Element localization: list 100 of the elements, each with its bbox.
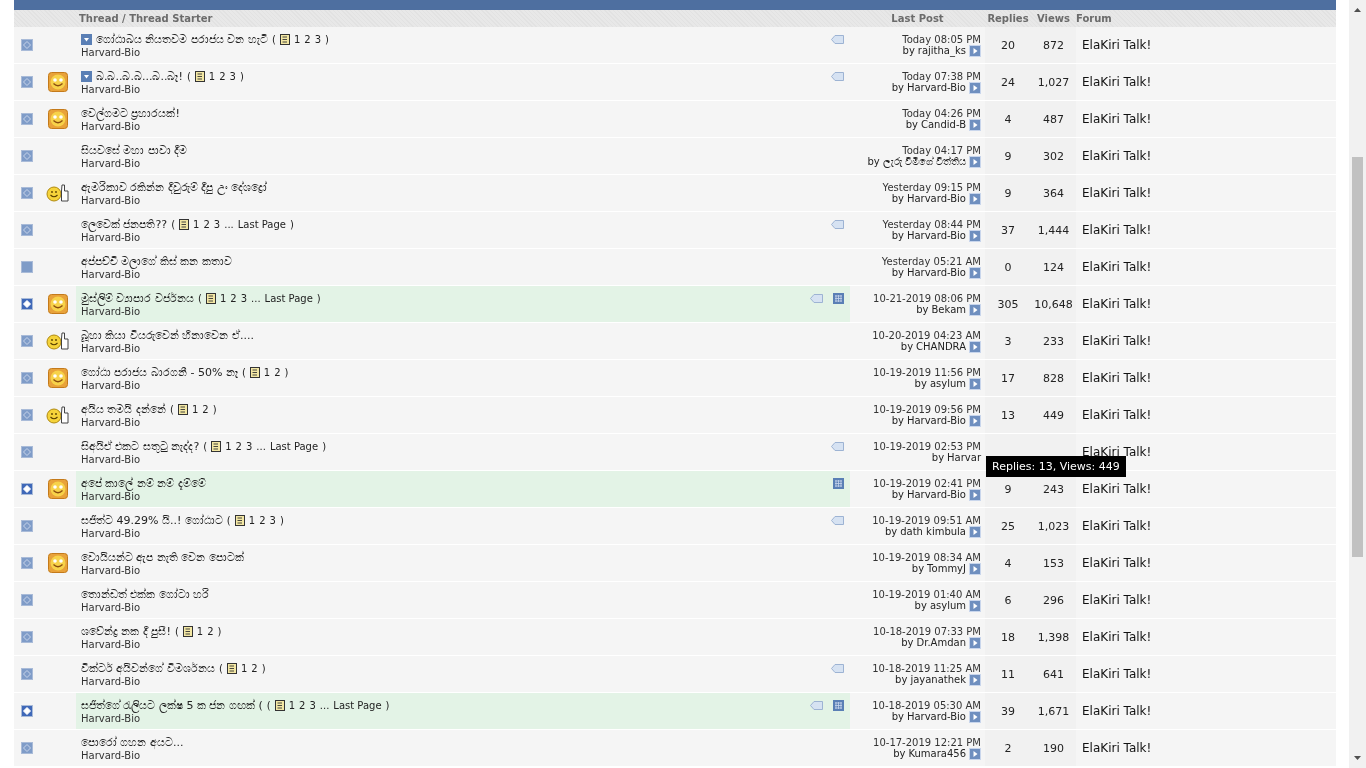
column-header[interactable]: Last Post [891,13,944,24]
go-to-post-icon[interactable] [969,747,981,760]
go-to-post-icon[interactable] [969,710,981,723]
thread-title-link[interactable]: සිඅයිඒ එකට සතුටු නැද්ද? [81,439,200,453]
go-to-post-icon[interactable] [969,81,981,94]
thread-title-link[interactable]: ඇමරිකාව රකින්න දිවුරුම් දීපු උං දේශද්‍රෝ [81,180,268,194]
dropdown-icon[interactable] [81,33,92,45]
page-link[interactable]: 2 [235,440,242,452]
last-poster-link[interactable]: Harvard-Bio [906,82,966,93]
forum-link[interactable]: ElaKiri Talk! [1082,112,1152,126]
page-link[interactable]: 3 [213,218,221,230]
thread-starter-link[interactable]: Harvard-Bio [81,305,141,317]
thread-starter-link[interactable]: Harvard-Bio [81,46,141,58]
forum-link[interactable]: ElaKiri Talk! [1082,593,1152,607]
thread-title-link[interactable]: සජිත්ට 49.29% යි..! ගෝඨාට [81,513,223,527]
go-to-post-icon[interactable] [969,599,981,612]
thread-starter-link[interactable]: Harvard-Bio [81,675,141,687]
thread-row[interactable]: ගෝඨාබය නියතවම පරාජය වන හැටි ( 1 2 3 ) Harvard-Bio Today 08:05 PM by rajitha_ks 20 872 ElaKiri Talk! [14,27,1336,64]
last-poster-link[interactable]: asylum [929,378,966,389]
thread-title-link[interactable]: මුස්ලිම් ව්‍යාපාර වර්ජනය [81,291,194,305]
page-link[interactable]: 3 [269,514,276,526]
column-header[interactable]: Replies [987,13,1029,24]
forum-link[interactable]: ElaKiri Talk! [1082,630,1152,644]
page-link[interactable]: 3 [240,292,248,304]
thread-row[interactable]: වොයියන්ට ඇප නැති වෙන පොටක් Harvard-Bio 10-19-2019 08:34 AM by TommyJ 4 153 ElaKiri Talk! [14,545,1336,582]
go-to-post-icon[interactable] [969,118,981,131]
forum-link[interactable]: ElaKiri Talk! [1082,75,1152,89]
last-poster-link[interactable]: Harvard-Bio [906,711,966,722]
page-link[interactable]: 2 [219,70,226,82]
forum-link[interactable]: ElaKiri Talk! [1082,260,1152,274]
column-header[interactable]: Thread / Thread Starter [79,13,213,24]
go-to-post-icon[interactable] [969,673,981,686]
thread-starter-link[interactable]: Harvard-Bio [81,194,141,206]
last-page-link[interactable]: Last Page [269,440,319,452]
thread-title-link[interactable]: තොන්ඩත් එක්ක ගෝටා හරි [81,587,210,601]
forum-link[interactable]: ElaKiri Talk! [1082,38,1152,52]
forum-link[interactable]: ElaKiri Talk! [1082,519,1152,533]
page-link[interactable]: 3 [309,699,316,711]
page-link[interactable]: 2 [207,625,214,637]
page-link[interactable]: 2 [274,366,281,378]
thread-row[interactable]: සියවසේ මහා පාවා දීම Harvard-Bio Today 04:17 PM by ලැරු විමිගේ විත්තිය 9 302 ElaKiri Talk! [14,138,1336,175]
thread-title-link[interactable]: බ.බ..බ.බ...බ..බෑ! [96,69,183,83]
go-to-post-icon[interactable] [969,525,981,538]
thread-title-link[interactable]: වෙල්ගමට ප්‍රහාරයක්! [81,106,180,120]
thread-row[interactable]: ලෙවෙක් ජනපති?? ( 1 2 3 ... Last Page ) Harvard-Bio Yesterday 08:44 PM by Harvard-Bio 37 1,444 ElaKiri Talk! [14,212,1336,249]
forum-link[interactable]: ElaKiri Talk! [1082,445,1152,459]
last-poster-link[interactable]: Harvar [947,452,981,463]
thread-starter-link[interactable]: Harvard-Bio [81,83,141,95]
page-link[interactable]: 2 [299,699,306,711]
page-link[interactable]: 1 [288,699,296,711]
thread-row[interactable]: තොන්ඩත් එක්ක ගෝටා හරි Harvard-Bio 10-19-2019 01:40 AM by asylum 6 296 ElaKiri Talk! [14,582,1336,619]
go-to-post-icon[interactable] [969,192,981,205]
thread-row[interactable]: අපේ කාලේ නම් නම් දැම්මේ Harvard-Bio 10-19-2019 02:41 PM by Harvard-Bio 9 243 ElaKiri Talk! [14,471,1336,508]
thread-starter-link[interactable]: Harvard-Bio [81,157,141,169]
thread-starter-link[interactable]: Harvard-Bio [81,527,141,539]
go-to-post-icon[interactable] [969,488,981,501]
go-to-post-icon[interactable] [969,44,981,57]
thread-starter-link[interactable]: Harvard-Bio [81,268,141,280]
page-link[interactable]: 1 [196,625,204,637]
page-link[interactable]: 2 [230,292,237,304]
forum-link[interactable]: ElaKiri Talk! [1082,704,1152,718]
thread-starter-link[interactable]: Harvard-Bio [81,120,141,132]
thread-title-link[interactable]: පොරෝ ගහන අයට... [81,735,184,749]
thread-row[interactable]: වික්ටර් අයිවන්ගේ විමර්ශනය ( 1 2 ) Harvard-Bio 10-18-2019 11:25 AM by jayanathek 11 641 ElaKiri Talk! [14,656,1336,693]
last-poster-link[interactable]: rajitha_ks [917,45,966,56]
page-link[interactable]: 2 [259,514,266,526]
thread-starter-link[interactable]: Harvard-Bio [81,712,141,724]
thread-row[interactable]: මුස්ලිම් ව්‍යාපාර වර්ජනය ( 1 2 3 ... Last Page ) Harvard-Bio 10-21-2019 08:06 PM by Bekam 305 10,648 ElaKiri Talk! [14,286,1336,323]
last-poster-link[interactable]: Harvard-Bio [906,415,966,426]
forum-link[interactable]: ElaKiri Talk! [1082,667,1152,681]
thread-title-link[interactable]: අපේ කාලේ නම් නම් දැම්මේ [81,476,206,490]
thread-starter-link[interactable]: Harvard-Bio [81,749,141,761]
last-poster-link[interactable]: jayanathek [910,674,966,685]
last-poster-link[interactable]: ලැරු විමිගේ විත්තිය [882,155,966,168]
thread-starter-link[interactable]: Harvard-Bio [81,638,141,650]
thread-row[interactable]: බූහා කියා වියරුවෙන් හිනාවෙන ඒ.... Harvard-Bio 10-20-2019 04:23 AM by CHANDRA 3 233 ElaKiri Talk! [14,323,1336,360]
thread-row[interactable]: ඇමරිකාව රකින්න දිවුරුම් දීපු උං දේශද්‍රෝ Harvard-Bio Yesterday 09:15 PM by Harvard-Bio 9 364 ElaKiri Talk! [14,175,1336,212]
forum-link[interactable]: ElaKiri Talk! [1082,556,1152,570]
last-page-link[interactable]: Last Page [333,699,382,711]
page-link[interactable]: 1 [240,662,248,674]
page-link[interactable]: 3 [246,440,253,452]
thread-row[interactable]: අප්පච්චි මලාගේ කිස් කන කතාව Harvard-Bio Yesterday 05:21 AM by Harvard-Bio 0 124 ElaKiri Talk! [14,249,1336,286]
forum-link[interactable]: ElaKiri Talk! [1082,741,1152,755]
last-poster-link[interactable]: Harvard-Bio [906,489,966,500]
forum-link[interactable]: ElaKiri Talk! [1082,334,1152,348]
dropdown-icon[interactable] [81,70,92,82]
thread-title-link[interactable]: අප්පච්චි මලාගේ කිස් කන කතාව [81,254,232,268]
forum-link[interactable]: ElaKiri Talk! [1082,371,1152,385]
go-to-post-icon[interactable] [969,636,981,649]
last-poster-link[interactable]: Harvard-Bio [906,267,966,278]
page-link[interactable]: 2 [304,33,311,45]
last-poster-link[interactable]: Candid-B [920,119,966,130]
go-to-post-icon[interactable] [969,303,981,316]
thread-starter-link[interactable]: Harvard-Bio [81,601,141,613]
page-link[interactable]: 3 [229,70,236,82]
go-to-post-icon[interactable] [969,340,981,353]
last-poster-link[interactable]: dath kimbula [900,526,966,537]
last-poster-link[interactable]: asylum [929,600,966,611]
thread-title-link[interactable]: වික්ටර් අයිවන්ගේ විමර්ශනය [81,661,215,675]
page-link[interactable]: 1 [293,33,301,45]
